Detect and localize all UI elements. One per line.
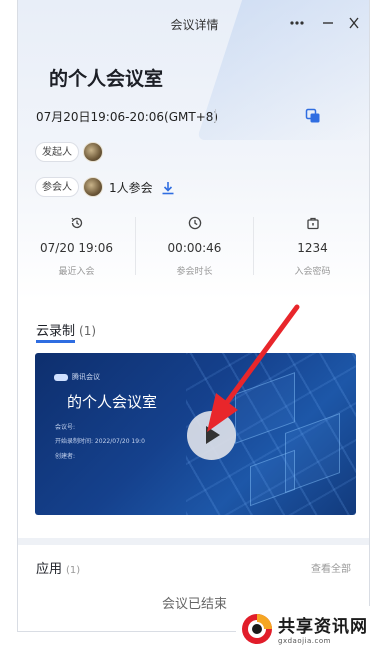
watermark-sub: gxdaojia.com: [278, 637, 331, 645]
participants-count[interactable]: 1人参会: [109, 179, 153, 196]
cloud-recording-title: 云录制: [36, 324, 76, 343]
video-title: 的个人会议室: [67, 393, 158, 411]
next-section-count: (1): [66, 565, 81, 575]
play-icon: [206, 426, 220, 444]
stat-last-join: 07/20 19:06 最近入会: [18, 205, 135, 285]
history-icon: [70, 215, 84, 229]
site-watermark: 共享资讯网 gxdaojia.com: [236, 606, 387, 651]
watermark-text: 共享资讯网 gxdaojia.com: [278, 612, 368, 645]
more-dots-icon[interactable]: [287, 12, 307, 34]
divider: [215, 109, 216, 123]
title-bar: 会议详情: [18, 0, 369, 48]
lock-icon: [306, 215, 320, 230]
stat-value: 1234: [297, 241, 328, 255]
video-meeting-id: 会议号:: [55, 424, 76, 431]
video-start-time: 开始录制时间: 2022/07/20 19:0: [55, 438, 145, 445]
meeting-title: 的个人会议室: [49, 68, 164, 90]
clock-icon: [188, 215, 202, 230]
close-icon[interactable]: [344, 12, 364, 34]
participants-tag: 参会人: [35, 177, 79, 197]
cloud-recording-card: 云录制 (1) 腾讯会议 的个人会议室 会议号: 开始录制时间: 2022/07/…: [18, 300, 369, 538]
cloud-recording-heading: 云录制 (1): [36, 320, 97, 343]
video-creator: 创建者:: [55, 453, 76, 460]
initiator-row: 发起人: [35, 141, 103, 163]
stat-label: 最近入会: [58, 267, 95, 277]
footer-fade: [18, 575, 369, 587]
copy-icon[interactable]: [305, 108, 321, 124]
watermark-logo-icon: [240, 612, 274, 646]
download-icon[interactable]: [161, 180, 175, 195]
recording-video-thumbnail[interactable]: 腾讯会议 的个人会议室 会议号: 开始录制时间: 2022/07/20 19:0…: [35, 353, 356, 515]
recording-count: (1): [79, 324, 97, 338]
next-section: 应用 (1) 查看全部: [18, 545, 369, 575]
view-all-link[interactable]: 查看全部: [311, 560, 351, 575]
meeting-details-window: 会议详情 的个人会议室 07月20日19:06-20:06(GMT+8) 发起人…: [17, 0, 370, 632]
avatar[interactable]: [83, 142, 103, 162]
stat-value: 00:00:46: [167, 241, 222, 255]
participants-row: 参会人 1人参会: [35, 176, 175, 198]
watermark-main: 共享资讯网: [278, 617, 368, 637]
minimize-icon[interactable]: [318, 12, 338, 34]
play-button[interactable]: [187, 411, 236, 460]
meeting-time: 07月20日19:06-20:06(GMT+8): [36, 110, 219, 124]
stat-label: 入会密码: [294, 267, 331, 277]
tencent-meeting-logo-icon: [54, 373, 68, 381]
stat-label: 参会时长: [176, 267, 213, 277]
video-brand: 腾讯会议: [54, 372, 100, 382]
stat-password: 1234 入会密码: [254, 205, 369, 285]
stat-value: 07/20 19:06: [40, 241, 113, 255]
video-brand-name: 腾讯会议: [72, 373, 100, 381]
stat-duration: 00:00:46 参会时长: [136, 205, 253, 285]
next-section-title: 应用: [36, 562, 63, 575]
initiator-tag: 发起人: [35, 142, 79, 162]
meeting-stats: 07/20 19:06 最近入会 00:00:46 参会时长 1234 入会密码: [18, 205, 369, 285]
avatar[interactable]: [83, 177, 103, 197]
next-section-heading: 应用 (1): [36, 558, 80, 575]
